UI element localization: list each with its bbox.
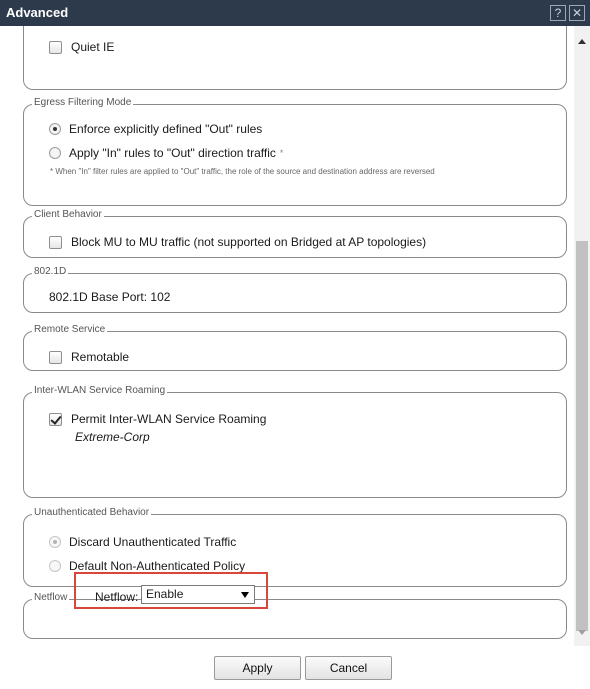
- egress-filtering-group: Egress Filtering Mode Enforce explicitly…: [23, 97, 567, 206]
- egress-footnote: * When "In" filter rules are applied to …: [50, 167, 435, 176]
- egress-apply-asterisk: *: [279, 148, 284, 158]
- dot1d-base-port: 802.1D Base Port: 102: [49, 290, 171, 304]
- scroll-down-icon[interactable]: [578, 630, 586, 635]
- roaming-row[interactable]: Permit Inter-WLAN Service Roaming: [49, 412, 266, 426]
- egress-apply-label: Apply "In" rules to "Out" direction traf…: [69, 146, 276, 160]
- window-title: Advanced: [6, 5, 69, 20]
- quiet-ie-checkbox[interactable]: [49, 40, 62, 54]
- dot1d-legend: 802.1D: [32, 266, 69, 277]
- close-icon[interactable]: ✕: [569, 5, 585, 21]
- netflow-label: Netflow:: [95, 590, 139, 604]
- block-mu-checkbox[interactable]: [49, 235, 62, 249]
- netflow-legend: Netflow: [32, 592, 70, 603]
- block-mu-label: Block MU to MU traffic (not supported on…: [71, 235, 427, 249]
- remotable-label: Remotable: [71, 350, 130, 364]
- unauth-behavior-legend: Unauthenticated Behavior: [32, 507, 152, 518]
- cancel-button[interactable]: Cancel: [305, 656, 392, 680]
- help-icon[interactable]: ?: [550, 5, 566, 21]
- egress-enforce-radio[interactable]: [49, 123, 61, 135]
- top-group: Quiet IE: [23, 26, 567, 90]
- chevron-down-icon: [241, 592, 249, 598]
- remotable-row[interactable]: Remotable: [49, 350, 129, 364]
- roaming-checkbox[interactable]: [49, 412, 62, 426]
- egress-option-enforce[interactable]: Enforce explicitly defined "Out" rules: [49, 122, 262, 136]
- remote-service-legend: Remote Service: [32, 324, 108, 335]
- quiet-ie-row[interactable]: Quiet IE: [49, 40, 114, 54]
- egress-enforce-label: Enforce explicitly defined "Out" rules: [69, 122, 263, 136]
- egress-option-apply[interactable]: Apply "In" rules to "Out" direction traf…: [49, 146, 283, 160]
- unauth-discard-radio[interactable]: [49, 536, 61, 548]
- roaming-service-name: Extreme-Corp: [75, 430, 150, 444]
- quiet-ie-label: Quiet IE: [71, 40, 115, 54]
- vertical-scrollbar[interactable]: [574, 26, 590, 646]
- roaming-label: Permit Inter-WLAN Service Roaming: [71, 412, 267, 426]
- block-mu-row[interactable]: Block MU to MU traffic (not supported on…: [49, 235, 426, 249]
- unauth-discard-label: Discard Unauthenticated Traffic: [69, 535, 237, 549]
- dot1d-row: 802.1D Base Port: 102: [49, 290, 170, 304]
- netflow-select-value: Enable: [146, 587, 184, 601]
- dot1d-group: 802.1D 802.1D Base Port: 102: [23, 266, 567, 313]
- remotable-checkbox[interactable]: [49, 350, 62, 364]
- unauth-option-default[interactable]: Default Non-Authenticated Policy: [49, 559, 245, 573]
- remote-service-group: Remote Service Remotable: [23, 324, 567, 371]
- roaming-group: Inter-WLAN Service Roaming Permit Inter-…: [23, 385, 567, 498]
- client-behavior-legend: Client Behavior: [32, 209, 104, 220]
- unauth-option-discard[interactable]: Discard Unauthenticated Traffic: [49, 535, 236, 549]
- unauth-default-label: Default Non-Authenticated Policy: [69, 559, 246, 573]
- roaming-legend: Inter-WLAN Service Roaming: [32, 385, 168, 396]
- scrollbar-thumb[interactable]: [576, 241, 588, 631]
- scroll-up-icon[interactable]: [578, 39, 586, 44]
- apply-button[interactable]: Apply: [214, 656, 301, 680]
- scroll-content: Quiet IE Egress Filtering Mode Enforce e…: [8, 26, 574, 646]
- unauth-default-radio[interactable]: [49, 560, 61, 572]
- egress-apply-radio[interactable]: [49, 147, 61, 159]
- client-behavior-group: Client Behavior Block MU to MU traffic (…: [23, 209, 567, 258]
- egress-filtering-legend: Egress Filtering Mode: [32, 97, 134, 108]
- netflow-select[interactable]: Enable: [141, 585, 255, 604]
- title-bar: Advanced ? ✕: [0, 0, 590, 26]
